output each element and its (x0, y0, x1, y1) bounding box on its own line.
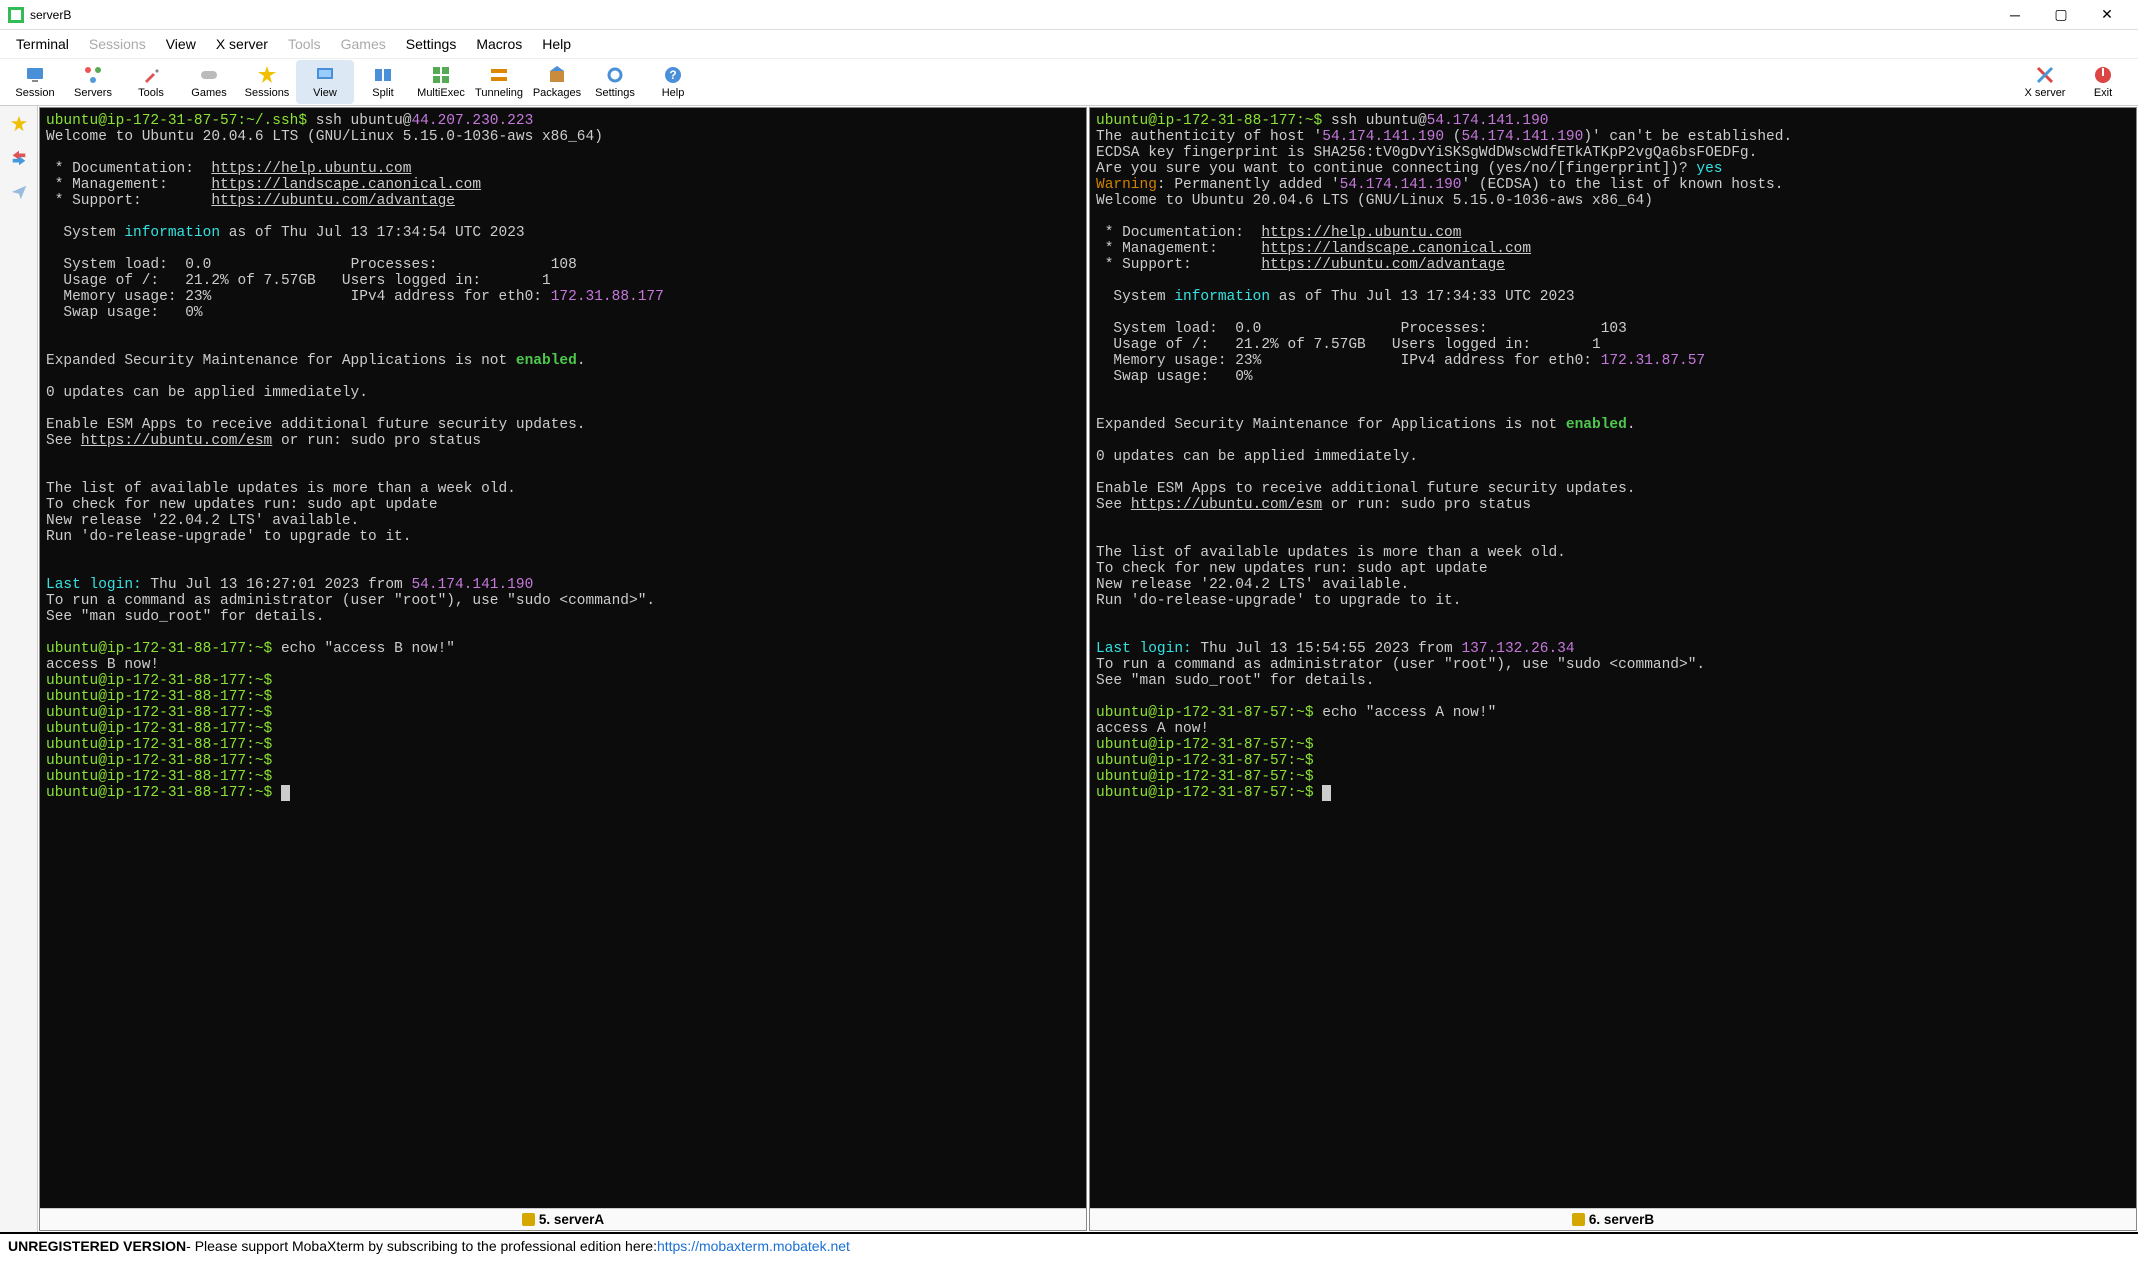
terminal-icon (522, 1213, 535, 1226)
menu-tools[interactable]: Tools (278, 32, 331, 56)
toolbar-session[interactable]: Session (6, 60, 64, 104)
games-icon (199, 65, 219, 85)
multiexec-icon (431, 65, 451, 85)
view-icon (315, 65, 335, 85)
toolbar-tunneling[interactable]: Tunneling (470, 60, 528, 104)
tab-label-left[interactable]: 5. serverA (40, 1208, 1086, 1230)
sidebar-star[interactable] (5, 110, 33, 138)
sidebar (0, 106, 38, 1232)
titlebar: serverB ─ ▢ ✕ (0, 0, 2138, 30)
menu-sessions[interactable]: Sessions (79, 32, 156, 56)
pane-right: ubuntu@ip-172-31-88-177:~$ ssh ubuntu@54… (1089, 107, 2137, 1231)
window-title: serverB (30, 8, 1992, 22)
sidebar-arrows[interactable] (5, 144, 33, 172)
exit-icon (2093, 65, 2113, 85)
statusbar: UNREGISTERED VERSION - Please support Mo… (0, 1232, 2138, 1258)
tunneling-icon (489, 65, 509, 85)
pane-left: ubuntu@ip-172-31-87-57:~/.ssh$ ssh ubunt… (39, 107, 1087, 1231)
minimize-button[interactable]: ─ (1992, 0, 2038, 30)
star-icon (257, 65, 277, 85)
toolbar-split[interactable]: Split (354, 60, 412, 104)
close-button[interactable]: ✕ (2084, 0, 2130, 30)
toolbar-help[interactable]: ?Help (644, 60, 702, 104)
menu-xserver[interactable]: X server (206, 32, 278, 56)
terminal-icon (1572, 1213, 1585, 1226)
toolbar-multiexec[interactable]: MultiExec (412, 60, 470, 104)
toolbar-sessions[interactable]: Sessions (238, 60, 296, 104)
menubar: Terminal Sessions View X server Tools Ga… (0, 30, 2138, 58)
servers-icon (83, 65, 103, 85)
terminal-right[interactable]: ubuntu@ip-172-31-88-177:~$ ssh ubuntu@54… (1090, 108, 2136, 1208)
toolbar-packages[interactable]: Packages (528, 60, 586, 104)
menu-macros[interactable]: Macros (466, 32, 532, 56)
toolbar-xserver[interactable]: X server (2016, 60, 2074, 104)
gear-icon (605, 65, 625, 85)
status-link[interactable]: https://mobaxterm.mobatek.net (657, 1238, 850, 1254)
sidebar-plane[interactable] (5, 178, 33, 206)
toolbar-settings[interactable]: Settings (586, 60, 644, 104)
tab-label-right[interactable]: 6. serverB (1090, 1208, 2136, 1230)
toolbar-exit[interactable]: Exit (2074, 60, 2132, 104)
help-icon: ? (663, 65, 683, 85)
status-version: UNREGISTERED VERSION (8, 1238, 186, 1254)
toolbar-view[interactable]: View (296, 60, 354, 104)
app-icon (8, 7, 24, 23)
terminal-left[interactable]: ubuntu@ip-172-31-87-57:~/.ssh$ ssh ubunt… (40, 108, 1086, 1208)
toolbar: Session Servers Tools Games Sessions Vie… (0, 58, 2138, 106)
toolbar-games[interactable]: Games (180, 60, 238, 104)
toolbar-tools[interactable]: Tools (122, 60, 180, 104)
status-text: - Please support MobaXterm by subscribin… (186, 1238, 657, 1254)
split-icon (373, 65, 393, 85)
packages-icon (547, 65, 567, 85)
toolbar-servers[interactable]: Servers (64, 60, 122, 104)
svg-text:?: ? (669, 68, 676, 82)
main-area: ubuntu@ip-172-31-87-57:~/.ssh$ ssh ubunt… (0, 106, 2138, 1232)
menu-games[interactable]: Games (331, 32, 396, 56)
menu-help[interactable]: Help (532, 32, 581, 56)
menu-view[interactable]: View (156, 32, 206, 56)
xserver-icon (2035, 65, 2055, 85)
tools-icon (141, 65, 161, 85)
menu-settings[interactable]: Settings (396, 32, 467, 56)
menu-terminal[interactable]: Terminal (6, 32, 79, 56)
maximize-button[interactable]: ▢ (2038, 0, 2084, 30)
screen-icon (25, 65, 45, 85)
